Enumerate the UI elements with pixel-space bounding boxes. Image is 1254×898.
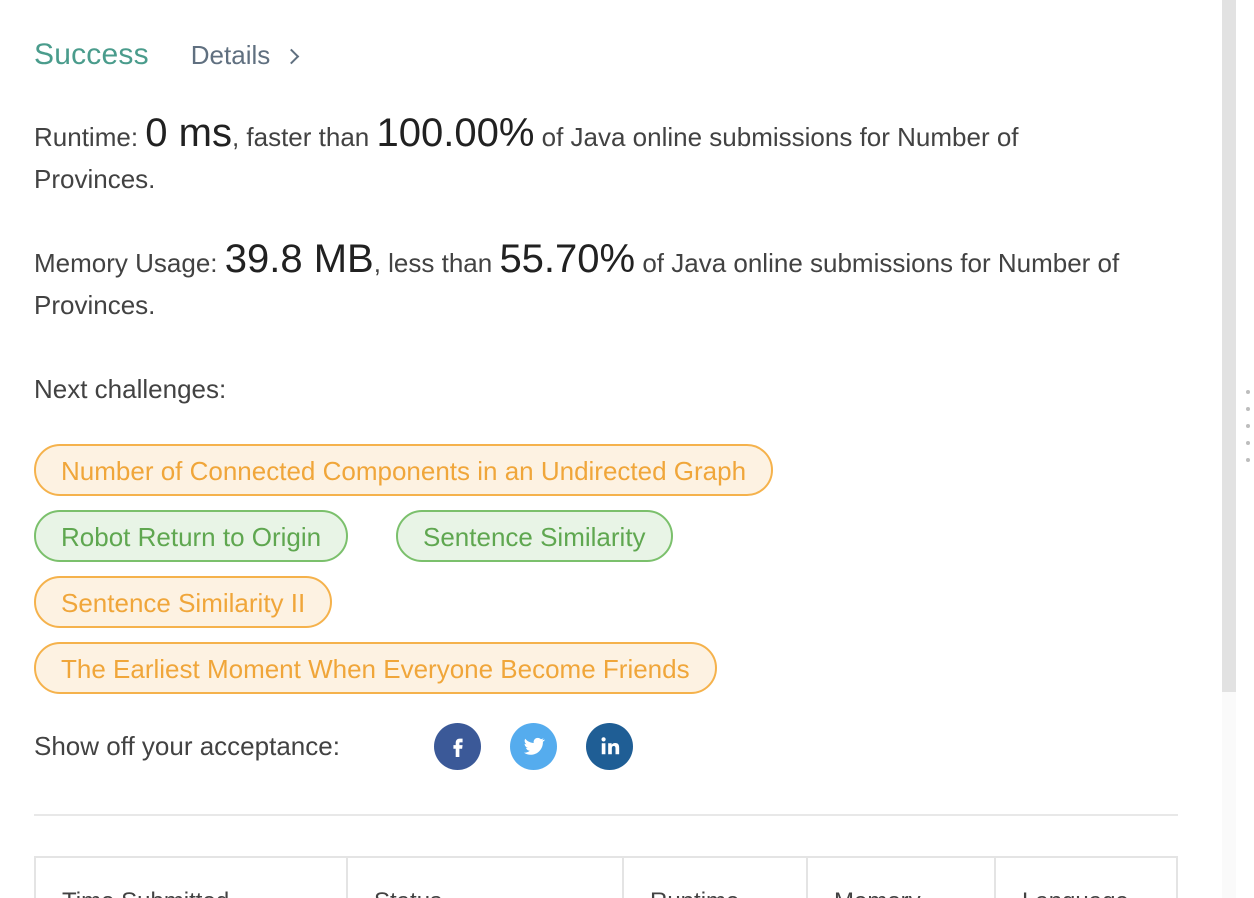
twitter-share-button[interactable] xyxy=(510,722,557,770)
runtime-summary: Runtime: 0 ms, faster than 100.00% of Ja… xyxy=(34,112,1144,200)
column-header-memory[interactable]: Memory xyxy=(808,858,996,898)
share-label: Show off your acceptance: xyxy=(34,730,340,761)
runtime-value: 0 ms xyxy=(145,111,232,155)
column-header-time-submitted[interactable]: Time Submitted xyxy=(36,858,348,898)
submissions-table-header: Time Submitted Status Runtime Memory Lan… xyxy=(34,856,1178,898)
memory-label: Memory Usage: xyxy=(34,248,225,278)
twitter-icon xyxy=(523,737,545,755)
challenge-chip[interactable]: Sentence Similarity II xyxy=(34,576,333,628)
drag-dot-icon xyxy=(1246,458,1250,462)
runtime-label: Runtime: xyxy=(34,122,146,152)
runtime-connector: , faster than xyxy=(231,122,377,152)
drag-dot-icon xyxy=(1246,407,1250,411)
challenge-chip[interactable]: The Earliest Moment When Everyone Become… xyxy=(34,642,717,694)
submission-result-page: Success Details Runtime: 0 ms, faster th… xyxy=(0,0,1254,898)
column-header-language[interactable]: Language xyxy=(996,858,1176,898)
linkedin-share-button[interactable] xyxy=(586,722,633,770)
status-title: Success xyxy=(34,38,149,71)
chevron-right-icon xyxy=(283,48,300,65)
drag-dot-icon xyxy=(1246,441,1250,445)
challenge-chip[interactable]: Sentence Similarity xyxy=(396,510,673,562)
share-row: Show off your acceptance: xyxy=(34,722,662,770)
facebook-icon xyxy=(452,738,463,757)
column-header-status[interactable]: Status xyxy=(348,858,624,898)
challenge-chip[interactable]: Number of Connected Components in an Und… xyxy=(34,444,774,496)
details-link[interactable]: Details xyxy=(190,40,300,71)
panel-resize-handle[interactable] xyxy=(1246,390,1252,480)
memory-summary: Memory Usage: 39.8 MB, less than 55.70% … xyxy=(34,238,1144,326)
memory-percent: 55.70% xyxy=(499,237,636,281)
runtime-percent: 100.00% xyxy=(376,111,535,155)
section-divider xyxy=(34,814,1178,816)
memory-value: 39.8 MB xyxy=(224,237,374,281)
linkedin-icon xyxy=(600,737,619,755)
memory-connector: , less than xyxy=(373,248,500,278)
result-header: Success Details xyxy=(34,38,300,72)
drag-dot-icon xyxy=(1246,424,1250,428)
challenge-chip[interactable]: Robot Return to Origin xyxy=(34,510,349,562)
drag-dot-icon xyxy=(1246,390,1250,394)
next-challenges-label: Next challenges: xyxy=(34,374,227,404)
column-header-runtime[interactable]: Runtime xyxy=(624,858,808,898)
facebook-share-button[interactable] xyxy=(434,722,481,770)
scrollbar-thumb[interactable] xyxy=(1222,0,1236,692)
details-label: Details xyxy=(190,40,271,70)
